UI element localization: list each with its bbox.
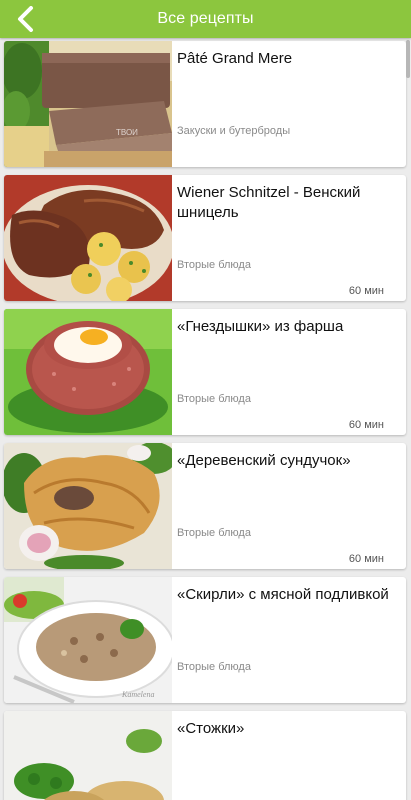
recipe-category: Вторые блюда: [177, 527, 251, 539]
app-bar: Все рецепты: [0, 0, 411, 38]
recipe-title: «Стожки»: [177, 720, 245, 737]
recipe-image: [4, 175, 172, 301]
recipe-title: Pâté Grand Mere: [177, 50, 293, 67]
recipe-image: [4, 309, 172, 435]
recipe-card-stozhki[interactable]: «Стожки»: [4, 711, 406, 800]
recipes-screen: Все рецепты ТВОИ Pâté Grand Mere Закуски…: [0, 0, 411, 800]
recipe-card-skirli[interactable]: Kamelena «Скирли» с мясной подливкой Вто…: [4, 577, 406, 703]
recipe-card-pate[interactable]: ТВОИ Pâté Grand Mere Закуски и бутерброд…: [4, 41, 406, 167]
chevron-left-icon: [18, 6, 33, 32]
recipe-category: Закуски и бутерброды: [177, 125, 291, 137]
recipe-time: 60 мин: [348, 419, 384, 431]
recipe-image: Kamelena: [4, 577, 172, 703]
recipe-card-chest[interactable]: «Деревенский сундучок» Вторые блюда 60 м…: [4, 443, 406, 569]
recipe-card-schnitzel[interactable]: Wiener Schnitzel - Венский шницель Вторы…: [4, 175, 406, 301]
recipe-category: Вторые блюда: [177, 393, 251, 405]
recipe-title: «Деревенский сундучок»: [177, 452, 351, 469]
back-button[interactable]: [10, 3, 42, 35]
recipe-category: Вторые блюда: [177, 661, 251, 673]
recipe-image: [4, 711, 172, 800]
recipe-time: 60 мин: [348, 553, 384, 565]
recipe-card-nests[interactable]: «Гнездышки» из фарша Вторые блюда 60 мин: [4, 309, 406, 435]
recipe-category: Вторые блюда: [177, 259, 251, 271]
page-title: Все рецепты: [157, 10, 254, 27]
image-watermark: Kamelena: [121, 690, 154, 699]
recipe-image: [4, 443, 172, 569]
scrollbar[interactable]: [406, 40, 410, 78]
image-watermark: ТВОИ: [116, 128, 138, 137]
recipe-title: Wiener Schnitzel - Венский шницель: [177, 184, 361, 221]
recipe-image: ТВОИ: [4, 41, 172, 167]
recipe-title: «Скирли» с мясной подливкой: [177, 586, 389, 603]
recipe-time: 60 мин: [348, 285, 384, 297]
recipe-list: ТВОИ Pâté Grand Mere Закуски и бутерброд…: [0, 38, 411, 800]
recipe-title: «Гнездышки» из фарша: [177, 318, 344, 335]
